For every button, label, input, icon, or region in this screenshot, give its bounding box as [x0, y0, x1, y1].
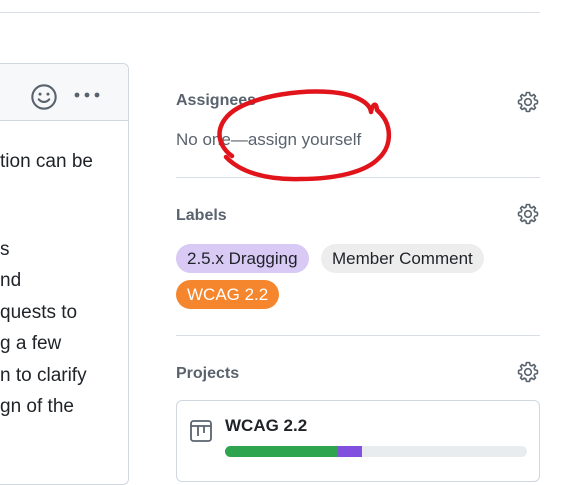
smiley-icon[interactable]	[30, 83, 58, 111]
gear-icon[interactable]	[516, 90, 540, 114]
comment-header	[0, 64, 128, 121]
assignees-title[interactable]: Assignees	[176, 92, 256, 110]
section-divider	[176, 335, 540, 336]
comment-line: g a few	[0, 333, 62, 354]
comment-line: tion can be	[0, 151, 93, 172]
gear-icon[interactable]	[516, 202, 540, 226]
progress-in-progress-segment	[338, 446, 363, 457]
project-title[interactable]: WCAG 2.2	[225, 416, 307, 436]
gear-icon[interactable]	[516, 360, 540, 384]
projects-title[interactable]: Projects	[176, 365, 239, 383]
comment-line: n to clarify	[0, 365, 87, 386]
kebab-horizontal-icon[interactable]	[73, 90, 101, 100]
assign-yourself-link[interactable]: No one—assign yourself	[176, 130, 361, 150]
project-progress-bar	[225, 446, 527, 457]
project-card[interactable]: WCAG 2.2	[176, 400, 540, 482]
section-divider	[176, 177, 540, 178]
label-pill[interactable]: WCAG 2.2	[176, 280, 280, 309]
label-pill[interactable]: 2.5.x Dragging	[176, 244, 309, 273]
comment-line: gn of the	[0, 396, 74, 417]
labels-title[interactable]: Labels	[176, 207, 227, 225]
project-table-icon	[190, 420, 212, 442]
comment-line: nd	[0, 270, 22, 291]
label-pill[interactable]: Member Comment	[321, 244, 484, 273]
comment-line: s	[0, 239, 10, 260]
progress-done-segment	[225, 446, 339, 457]
comment-line: quests to	[0, 302, 78, 323]
top-divider	[0, 12, 540, 13]
